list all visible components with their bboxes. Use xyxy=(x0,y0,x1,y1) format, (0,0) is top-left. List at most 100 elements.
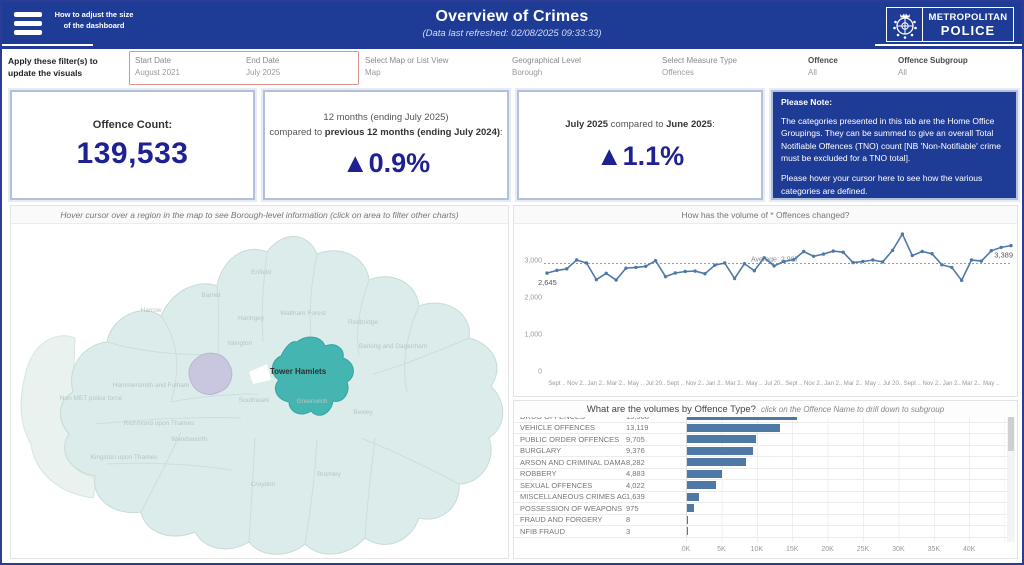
borough-label: Bromley xyxy=(317,471,342,478)
data-point[interactable] xyxy=(732,276,737,281)
bar-x-axis-tick: 10K xyxy=(750,546,764,553)
data-point[interactable] xyxy=(653,259,658,263)
data-point[interactable] xyxy=(644,264,648,268)
offence-type-label[interactable]: PUBLIC ORDER OFFENCES xyxy=(514,435,626,444)
offence-type-label[interactable]: DRUG OFFENCES xyxy=(514,417,626,421)
data-point[interactable] xyxy=(871,258,875,262)
filter-map-list-view[interactable]: Select Map or List View Map xyxy=(365,56,448,77)
bar-chart-panel: What are the volumes by Offence Type? cl… xyxy=(513,400,1018,559)
data-point[interactable] xyxy=(959,278,964,283)
offence-type-label[interactable]: ARSON AND CRIMINAL DAMAGE xyxy=(514,458,626,467)
data-point[interactable] xyxy=(762,256,766,260)
data-point[interactable] xyxy=(811,254,816,258)
data-point[interactable] xyxy=(792,257,796,262)
data-point[interactable] xyxy=(574,258,579,262)
data-point[interactable] xyxy=(634,265,638,270)
apply-filters-label: Apply these filter(s) to update the visu… xyxy=(8,56,98,78)
data-point[interactable] xyxy=(693,269,697,273)
london-borough-map[interactable]: Enfield Barnet Harrow Haringey Waltham Fores… xyxy=(11,224,508,558)
filter-bar: Apply these filter(s) to update the visu… xyxy=(2,49,1022,88)
data-point[interactable] xyxy=(950,265,954,270)
offence-bar[interactable] xyxy=(687,469,722,478)
data-point[interactable] xyxy=(604,271,608,276)
data-point[interactable] xyxy=(584,261,589,265)
data-point[interactable] xyxy=(969,258,974,262)
data-point[interactable] xyxy=(890,248,895,253)
data-point[interactable] xyxy=(752,269,757,273)
data-point[interactable] xyxy=(742,262,747,266)
map-panel: Hover cursor over a region in the map to… xyxy=(10,205,509,559)
offence-type-label[interactable]: BURGLARY xyxy=(514,446,626,455)
data-point[interactable] xyxy=(545,271,549,275)
offence-bar[interactable] xyxy=(687,504,694,513)
offence-bar[interactable] xyxy=(687,423,780,432)
data-point[interactable] xyxy=(861,259,865,264)
offence-bar[interactable] xyxy=(687,515,688,524)
data-point[interactable] xyxy=(713,263,717,267)
map-region-westminster[interactable] xyxy=(188,352,233,395)
data-point[interactable] xyxy=(831,249,835,253)
offence-type-label[interactable]: SEXUAL OFFENCES xyxy=(514,481,626,490)
data-point[interactable] xyxy=(989,249,993,253)
offence-bar[interactable] xyxy=(687,435,756,444)
offence-type-label[interactable]: ROBBERY xyxy=(514,469,626,478)
data-point[interactable] xyxy=(979,259,984,263)
data-point[interactable] xyxy=(910,253,914,258)
filter-offence[interactable]: Offence All xyxy=(808,56,838,77)
offence-type-label[interactable]: FRAUD AND FORGERY xyxy=(514,515,626,524)
data-point[interactable] xyxy=(594,277,599,282)
please-note-box[interactable]: Please Note: The categories presented in… xyxy=(771,90,1018,200)
offence-bar[interactable] xyxy=(687,417,797,421)
data-point[interactable] xyxy=(703,271,707,276)
data-point[interactable] xyxy=(841,250,845,254)
filter-start-date[interactable]: Start Date August 2021 xyxy=(135,56,180,77)
offence-count-cell: 8,282 xyxy=(626,457,645,467)
x-axis-tick: Jan 2.. xyxy=(706,381,724,387)
data-point[interactable] xyxy=(920,249,924,254)
data-point[interactable] xyxy=(930,252,934,256)
tab-indicator-right xyxy=(875,44,1022,46)
offence-type-label[interactable]: POSSESSION OF WEAPONS xyxy=(514,504,626,513)
offence-type-label[interactable]: NFIB FRAUD xyxy=(514,527,626,536)
data-point[interactable] xyxy=(940,263,944,267)
data-point[interactable] xyxy=(663,274,668,279)
data-point[interactable] xyxy=(683,269,687,274)
data-point[interactable] xyxy=(624,266,628,270)
offence-type-label[interactable]: VEHICLE OFFENCES xyxy=(514,423,626,432)
offence-type-label[interactable]: MISCELLANEOUS CRIMES AGAINST SOCI.. xyxy=(514,492,626,501)
bar-row: ROBBERY 4,883 xyxy=(514,468,1007,480)
filter-end-date[interactable]: End Date July 2025 xyxy=(246,56,280,77)
offence-bar[interactable] xyxy=(687,446,754,455)
data-point[interactable] xyxy=(1009,243,1013,248)
offence-bar[interactable] xyxy=(687,492,699,501)
data-point[interactable] xyxy=(880,260,885,264)
bar-row: NFIB FRAUD 3 xyxy=(514,526,1007,538)
filter-offence-subgroup[interactable]: Offence Subgroup All xyxy=(898,56,968,77)
data-point[interactable] xyxy=(801,249,806,254)
filter-measure-type[interactable]: Select Measure Type Offences xyxy=(662,56,737,77)
x-axis-tick: Sept .. xyxy=(785,381,803,387)
offence-bar[interactable] xyxy=(687,527,688,536)
note-paragraph-2: Please hover your cursor here to see how… xyxy=(781,173,983,196)
data-point[interactable] xyxy=(851,260,855,265)
borough-label: Enfield xyxy=(251,269,271,276)
data-point[interactable] xyxy=(821,252,826,256)
data-point[interactable] xyxy=(565,267,569,271)
bar-chart-scrollbar[interactable] xyxy=(1007,417,1015,542)
borough-label: Waltham Forest xyxy=(280,310,326,317)
data-point[interactable] xyxy=(614,278,618,282)
data-point[interactable] xyxy=(555,268,559,273)
data-point[interactable] xyxy=(673,271,678,275)
offence-bar[interactable] xyxy=(687,481,716,490)
data-point[interactable] xyxy=(772,264,776,268)
data-point[interactable] xyxy=(900,232,905,236)
data-point[interactable] xyxy=(999,245,1003,250)
line-chart[interactable]: 3,0002,0001,0000Average: 2,9072,6453,389… xyxy=(514,224,1017,396)
offence-bar[interactable] xyxy=(687,458,746,467)
filter-geographical-level[interactable]: Geographical Level Borough xyxy=(512,56,581,77)
header: How to adjust the size of the dashboard … xyxy=(2,2,1022,49)
scrollbar-thumb[interactable] xyxy=(1008,417,1014,451)
data-point[interactable] xyxy=(782,259,786,264)
data-point[interactable] xyxy=(723,261,727,265)
y-axis-tick: 2,000 xyxy=(524,295,542,302)
